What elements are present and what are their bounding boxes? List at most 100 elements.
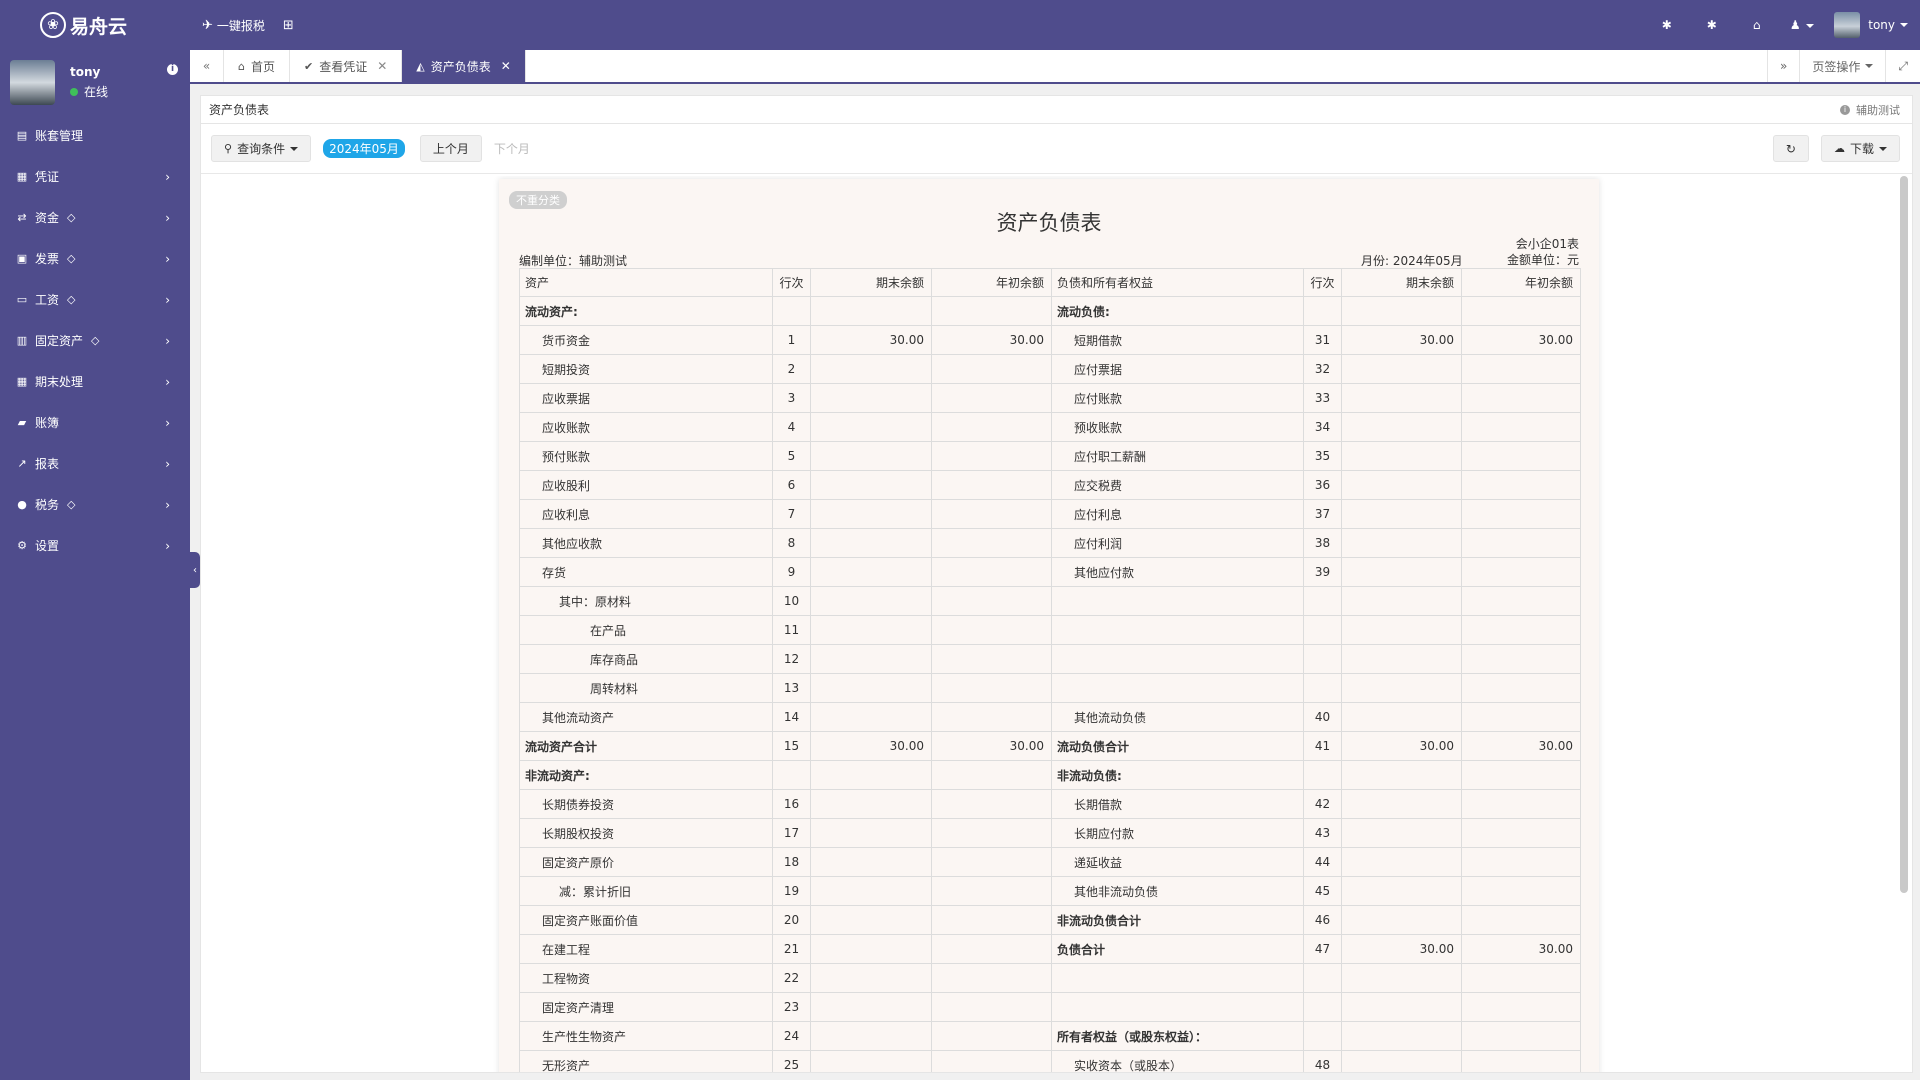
sidebar-item-10[interactable]: ⚙ 设置 › [0, 525, 190, 566]
top-user-menu[interactable]: tony [1824, 12, 1920, 38]
liability-end-balance[interactable] [1341, 760, 1462, 790]
asset-end-balance[interactable] [810, 557, 932, 587]
liability-end-balance[interactable] [1341, 470, 1462, 500]
asset-start-balance[interactable] [931, 876, 1052, 906]
liability-end-balance[interactable] [1341, 441, 1462, 471]
sidebar-item-7[interactable]: ▰ 账簿 › [0, 402, 190, 443]
liability-start-balance[interactable] [1461, 1050, 1581, 1072]
liability-end-balance[interactable] [1341, 905, 1462, 935]
period-badge[interactable]: 2024年05月 [323, 139, 405, 158]
asset-start-balance[interactable] [931, 470, 1052, 500]
liability-start-balance[interactable] [1461, 441, 1581, 471]
liability-end-balance[interactable] [1341, 963, 1462, 993]
grid-button[interactable]: ⊞ [283, 18, 298, 33]
liability-end-balance[interactable] [1341, 644, 1462, 674]
sidebar-item-4[interactable]: ▭ 工资 ◇ › [0, 279, 190, 320]
liability-end-balance[interactable] [1341, 354, 1462, 384]
liability-start-balance[interactable] [1461, 528, 1581, 558]
liability-end-balance[interactable] [1341, 586, 1462, 616]
liability-start-balance[interactable] [1461, 789, 1581, 819]
asset-start-balance[interactable] [931, 789, 1052, 819]
liability-start-balance[interactable] [1461, 586, 1581, 616]
liability-end-balance[interactable] [1341, 789, 1462, 819]
asset-start-balance[interactable] [931, 644, 1052, 674]
tab-2[interactable]: ◭ 资产负债表 ✕ [402, 50, 526, 82]
sidebar-item-2[interactable]: ⇄ 资金 ◇ › [0, 197, 190, 238]
liability-end-balance[interactable]: 30.00 [1341, 325, 1462, 355]
liability-start-balance[interactable] [1461, 557, 1581, 587]
liability-end-balance[interactable] [1341, 528, 1462, 558]
bug-icon[interactable]: ✱ [1644, 18, 1689, 32]
info-icon[interactable]: i [167, 64, 178, 75]
liability-end-balance[interactable] [1341, 296, 1462, 326]
asset-end-balance[interactable] [810, 876, 932, 906]
asset-end-balance[interactable] [810, 1021, 932, 1051]
prev-month-button[interactable]: 上个月 [419, 135, 482, 162]
asset-start-balance[interactable] [931, 818, 1052, 848]
close-icon[interactable]: ✕ [377, 59, 387, 73]
asset-start-balance[interactable] [931, 383, 1052, 413]
liability-end-balance[interactable] [1341, 615, 1462, 645]
asset-start-balance[interactable] [931, 412, 1052, 442]
query-conditions-button[interactable]: ⚲ 查询条件 [211, 135, 312, 162]
asset-end-balance[interactable]: 30.00 [810, 731, 932, 761]
sidebar-item-6[interactable]: ▦ 期末处理 › [0, 361, 190, 402]
liability-end-balance[interactable] [1341, 818, 1462, 848]
asset-start-balance[interactable]: 30.00 [931, 325, 1052, 355]
liability-start-balance[interactable]: 30.00 [1461, 325, 1581, 355]
asset-start-balance[interactable] [931, 847, 1052, 877]
asset-start-balance[interactable] [931, 615, 1052, 645]
vertical-scrollbar[interactable] [1900, 176, 1908, 1072]
sidebar-item-8[interactable]: ↗ 报表 › [0, 443, 190, 484]
liability-start-balance[interactable] [1461, 760, 1581, 790]
asset-end-balance[interactable] [810, 470, 932, 500]
liability-start-balance[interactable] [1461, 963, 1581, 993]
app-logo[interactable]: ❀ 易舟云 [0, 0, 190, 50]
liability-end-balance[interactable] [1341, 673, 1462, 703]
liability-start-balance[interactable] [1461, 702, 1581, 732]
liability-start-balance[interactable] [1461, 354, 1581, 384]
tab-0[interactable]: ⌂ 首页 [224, 50, 290, 82]
asset-start-balance[interactable] [931, 702, 1052, 732]
asset-end-balance[interactable] [810, 441, 932, 471]
sidebar-item-1[interactable]: ▦ 凭证 › [0, 156, 190, 197]
liability-start-balance[interactable] [1461, 818, 1581, 848]
liability-start-balance[interactable]: 30.00 [1461, 934, 1581, 964]
sidebar-item-3[interactable]: ▣ 发票 ◇ › [0, 238, 190, 279]
tab-ops-dropdown[interactable]: 页签操作 [1799, 50, 1885, 82]
asset-end-balance[interactable] [810, 586, 932, 616]
sidebar-item-0[interactable]: ▤ 账套管理 [0, 115, 190, 156]
liability-end-balance[interactable] [1341, 412, 1462, 442]
asset-start-balance[interactable]: 30.00 [931, 731, 1052, 761]
asset-start-balance[interactable] [931, 441, 1052, 471]
liability-start-balance[interactable] [1461, 499, 1581, 529]
asset-start-balance[interactable] [931, 760, 1052, 790]
liability-start-balance[interactable] [1461, 905, 1581, 935]
liability-start-balance[interactable] [1461, 412, 1581, 442]
asset-end-balance[interactable] [810, 702, 932, 732]
report-area[interactable]: 不重分类 资产负债表 会小企01表 金额单位：元 编制单位：辅助测试 月份: 2… [201, 176, 1912, 1072]
asset-start-balance[interactable] [931, 296, 1052, 326]
asset-end-balance[interactable] [810, 760, 932, 790]
liability-end-balance[interactable] [1341, 1021, 1462, 1051]
tabs-scroll-left-button[interactable]: « [190, 50, 224, 82]
asset-end-balance[interactable] [810, 499, 932, 529]
asset-end-balance[interactable] [810, 383, 932, 413]
scrollbar-thumb[interactable] [1900, 176, 1908, 893]
liability-start-balance[interactable] [1461, 673, 1581, 703]
tabs-scroll-right-button[interactable]: » [1767, 50, 1799, 82]
asset-end-balance[interactable] [810, 963, 932, 993]
asset-end-balance[interactable] [810, 818, 932, 848]
liability-start-balance[interactable] [1461, 383, 1581, 413]
next-month-button[interactable]: 下个月 [494, 140, 530, 157]
liability-start-balance[interactable] [1461, 470, 1581, 500]
asset-start-balance[interactable] [931, 586, 1052, 616]
liability-end-balance[interactable] [1341, 847, 1462, 877]
asset-start-balance[interactable] [931, 992, 1052, 1022]
asset-end-balance[interactable] [810, 528, 932, 558]
liability-end-balance[interactable] [1341, 557, 1462, 587]
asset-start-balance[interactable] [931, 354, 1052, 384]
download-button[interactable]: ☁ 下载 [1820, 135, 1900, 162]
sidebar-collapse-handle[interactable]: ‹ [190, 552, 200, 588]
bug-alt-icon[interactable]: ✱ [1689, 18, 1734, 32]
